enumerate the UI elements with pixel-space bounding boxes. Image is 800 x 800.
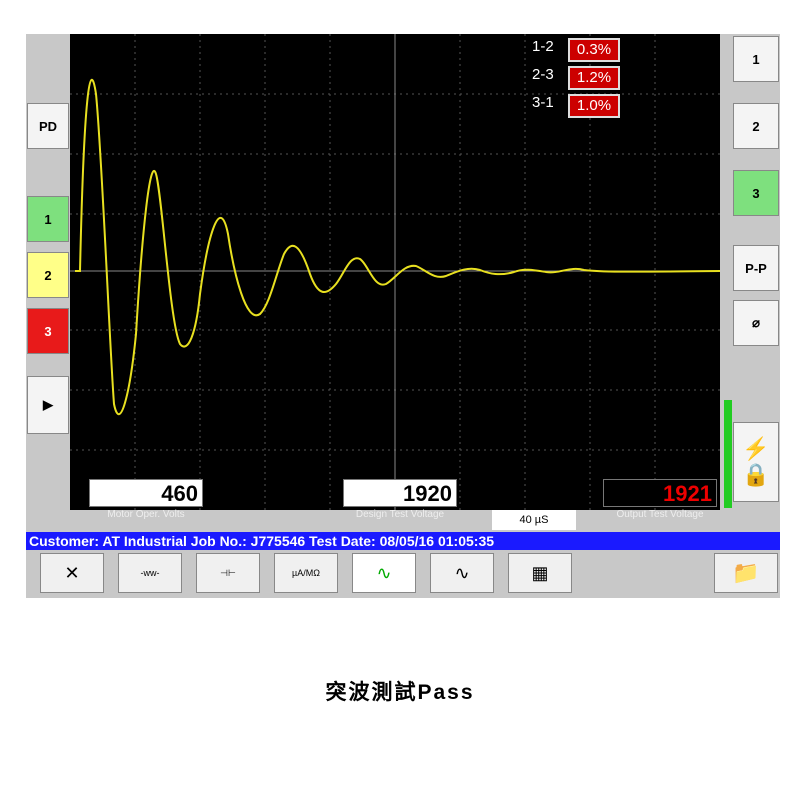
motor-volts-value[interactable]: 460	[89, 479, 203, 507]
pd-button[interactable]: PD	[27, 103, 69, 149]
wrench-icon: ✕	[64, 562, 80, 583]
right-2-button[interactable]: 2	[733, 103, 779, 149]
capacitor-icon: ⊣⊢	[220, 567, 236, 578]
diff-value: 0.3%	[568, 38, 620, 62]
right-1-button[interactable]: 1	[733, 36, 779, 82]
lightning-icon: ⚡	[742, 436, 770, 461]
oscilloscope-display	[70, 34, 721, 510]
right-3-button[interactable]: 3	[733, 170, 779, 216]
coil-play-button[interactable]: ▶	[27, 376, 69, 434]
status-bar: Customer: AT Industrial Job No.: J775546…	[26, 532, 780, 550]
design-voltage-label: Design Test Voltage	[355, 509, 445, 520]
surge-wave-icon: ∿	[376, 562, 392, 583]
phase-3-button[interactable]: 3	[27, 308, 69, 354]
design-voltage-value[interactable]: 1920	[343, 479, 457, 507]
folder-button[interactable]: 📁	[714, 553, 778, 593]
tools-button[interactable]: ✕	[40, 553, 104, 593]
resistor-icon: -ww-	[140, 568, 160, 578]
output-voltage-label: Output Test Voltage	[616, 509, 704, 520]
phase-1-button[interactable]: 1	[27, 196, 69, 242]
resistance-button[interactable]: -ww-	[118, 553, 182, 593]
pass-bar	[724, 400, 732, 508]
sine-va-icon: ∿	[454, 562, 470, 583]
play-icon: ▶	[43, 397, 53, 412]
surge-button[interactable]: ∿	[352, 553, 416, 593]
table-button[interactable]: ▦	[508, 553, 572, 593]
rotor-icon[interactable]: ⌀	[733, 300, 779, 346]
diff-value: 1.2%	[568, 66, 620, 90]
pp-button[interactable]: P-P	[733, 245, 779, 291]
phase-2-button[interactable]: 2	[27, 252, 69, 298]
surge-waveform	[75, 78, 721, 416]
lock-icon: 🔒	[742, 462, 770, 487]
megohm-label: µA/MΩ	[292, 568, 320, 578]
output-voltage-value: 1921	[603, 479, 717, 507]
motor-volts-label: Motor Oper. Volts	[107, 509, 185, 520]
diff-label: 3-1	[532, 94, 554, 111]
diff-label: 1-2	[532, 38, 554, 55]
table-icon: ▦	[531, 562, 549, 583]
diff-label: 2-3	[532, 66, 554, 83]
folder-check-icon: 📁	[732, 560, 760, 585]
hipot-button[interactable]: ∿	[430, 553, 494, 593]
diff-value: 1.0%	[568, 94, 620, 118]
lock-button[interactable]: ⚡ 🔒	[733, 422, 779, 502]
timebase: 40 µS	[492, 510, 576, 530]
capacitance-button[interactable]: ⊣⊢	[196, 553, 260, 593]
megohm-button[interactable]: µA/MΩ	[274, 553, 338, 593]
caption: 突波測試Pass	[325, 681, 475, 704]
